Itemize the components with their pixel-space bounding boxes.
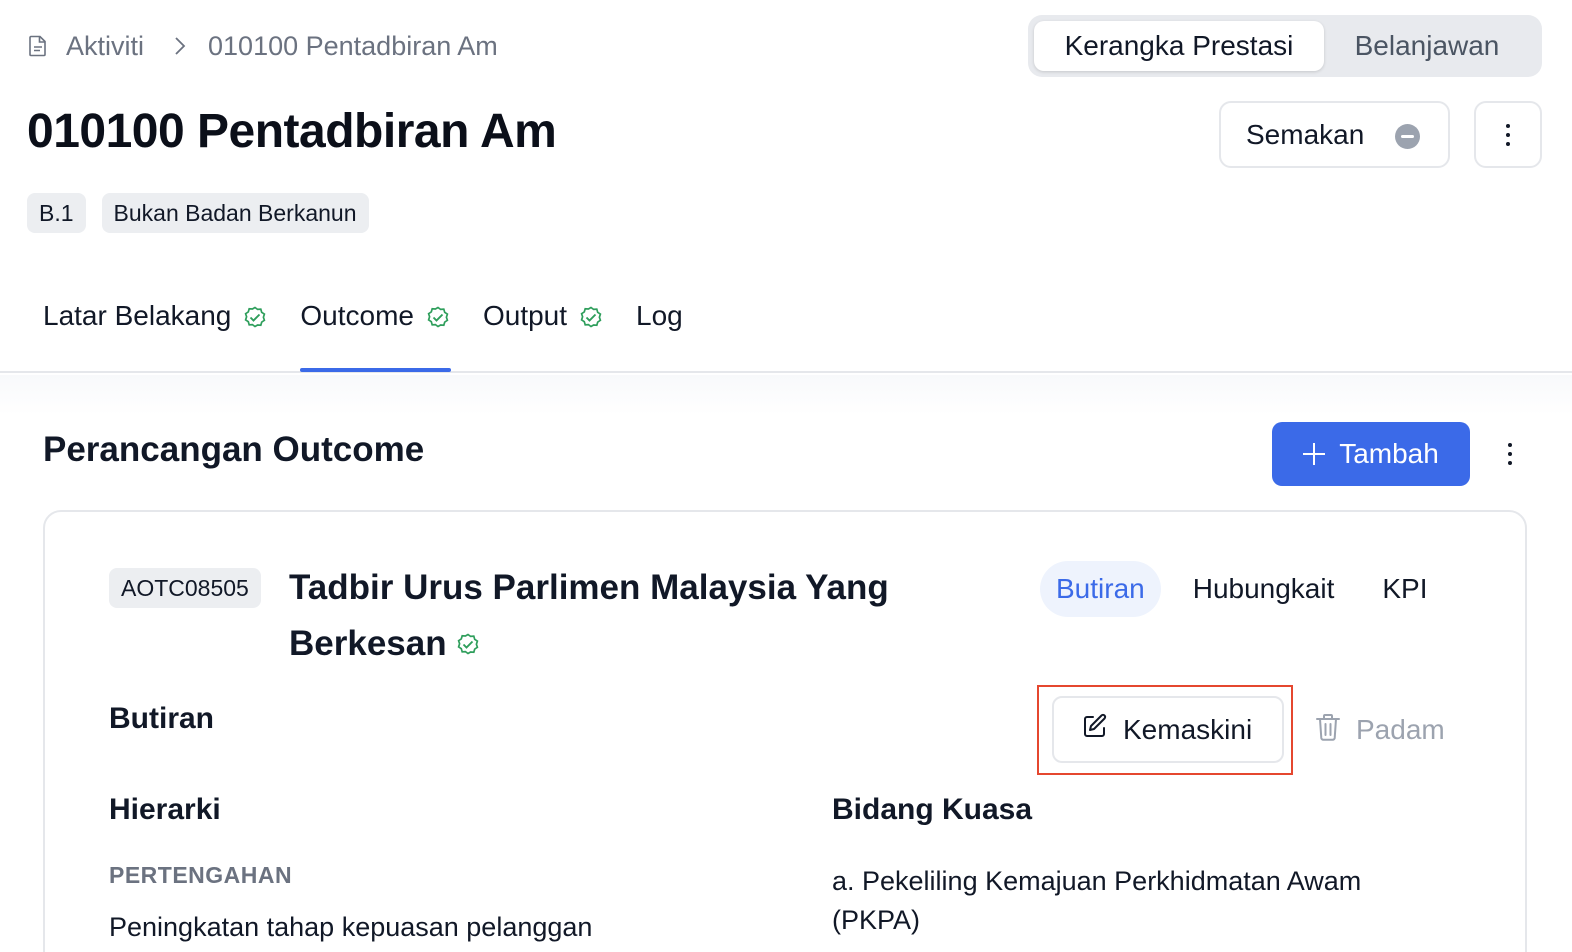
status-label: Semakan [1246,118,1365,150]
more-options-button[interactable] [1474,101,1542,168]
section-more-button[interactable] [1496,436,1524,472]
outcome-code-badge: AOTC08505 [109,568,261,608]
tab-outcome[interactable]: Outcome [300,290,451,372]
section-title: Perancangan Outcome [43,430,425,469]
trash-icon [1314,712,1342,749]
edit-icon [1081,712,1109,747]
jurisdiction-heading: Bidang Kuasa [832,793,1033,826]
outcome-tabs: Butiran Hubungkait KPI [1040,561,1460,617]
jurisdiction-text: a. Pekeliling Kemajuan Perkhidmatan Awam… [832,866,1362,935]
badge-code: B.1 [27,193,86,233]
breadcrumb: Aktiviti 010100 Pentadbiran Am [28,26,498,66]
outcome-title-text: Tadbir Urus Parlimen Malaysia Yang Berke… [289,568,889,663]
page-title: 010100 Pentadbiran Am [27,105,557,158]
delete-button[interactable]: Padam [1314,708,1445,752]
more-vertical-icon [1508,443,1512,465]
document-icon [28,35,50,57]
check-circle-icon [455,618,481,674]
toggle-belanjawan[interactable]: Belanjawan [1324,21,1530,71]
more-vertical-icon [1506,123,1510,146]
check-circle-icon [578,304,604,337]
minus-circle-icon [1395,124,1420,149]
tab-log[interactable]: Log [636,290,683,372]
add-button[interactable]: Tambah [1272,422,1470,486]
status-button[interactable]: Semakan [1219,101,1450,168]
breadcrumb-current: 010100 Pentadbiran Am [208,30,498,61]
main-tabs: Latar Belakang Outcome Output Log [43,290,715,372]
breadcrumb-parent-link[interactable]: Aktiviti [66,31,144,62]
hierarchy-heading: Hierarki [109,793,221,826]
hierarchy-text: Peningkatan tahap kepuasan pelanggan [109,912,593,942]
check-circle-icon [242,304,268,337]
toggle-kerangka-prestasi[interactable]: Kerangka Prestasi [1034,21,1324,71]
add-button-label: Tambah [1339,438,1439,469]
tab-hubungkait[interactable]: Hubungkait [1177,561,1351,617]
tab-label: Output [482,300,568,331]
plus-icon [1303,443,1326,465]
tab-label: Log [636,300,683,331]
tab-label: Latar Belakang [43,300,232,331]
tab-kpi[interactable]: KPI [1366,561,1443,617]
edit-button-label: Kemaskini [1123,713,1253,745]
tab-butiran[interactable]: Butiran [1040,561,1161,617]
tab-latar-belakang[interactable]: Latar Belakang [43,290,268,372]
badge-type: Bukan Badan Berkanun [101,193,369,233]
details-heading: Butiran [109,702,214,735]
delete-button-label: Padam [1356,714,1445,745]
check-circle-icon [425,304,451,337]
hierarchy-level: PERTENGAHAN [109,862,293,888]
tab-label: Outcome [300,300,414,331]
tab-output[interactable]: Output [483,290,604,372]
badge-group: B.1 Bukan Badan Berkanun [27,193,369,233]
edit-button[interactable]: Kemaskini [1052,696,1284,763]
outcome-title: Tadbir Urus Parlimen Malaysia Yang Berke… [289,560,969,674]
view-toggle: Kerangka Prestasi Belanjawan [1028,15,1542,77]
chevron-right-icon [174,36,186,56]
